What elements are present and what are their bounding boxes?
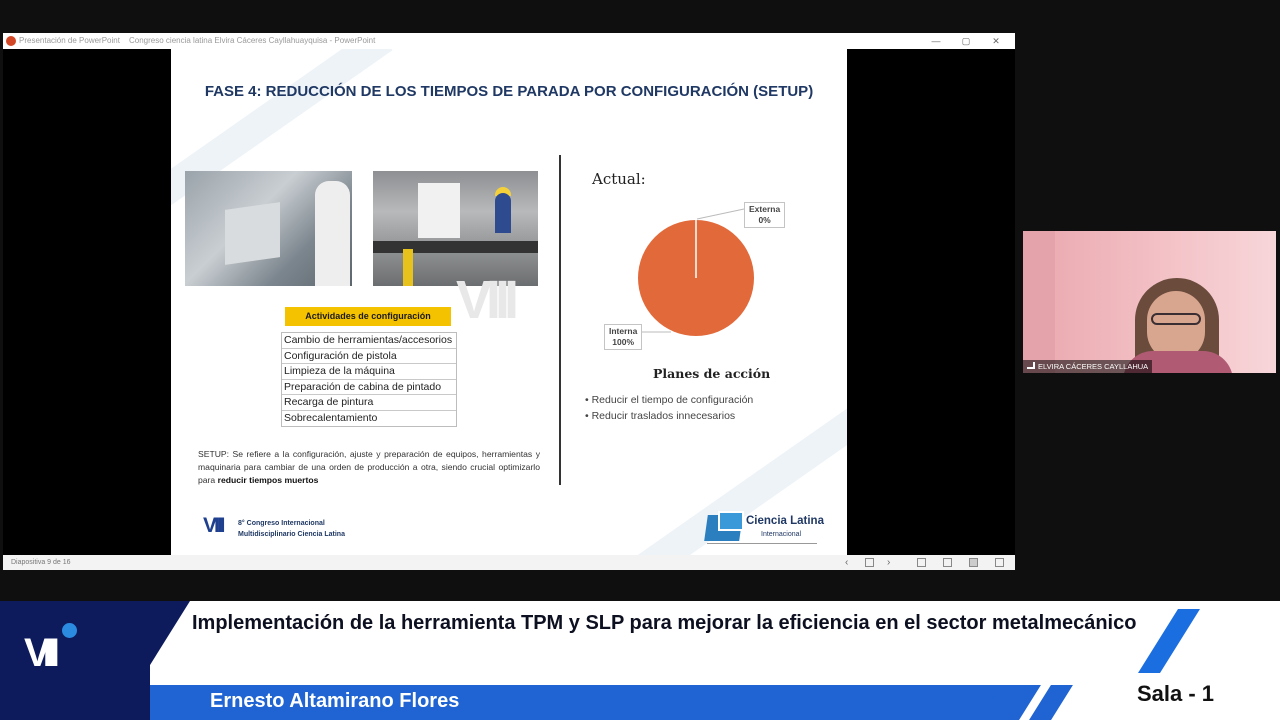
participant-name: ELVIRA CÁCERES CAYLLAHUA <box>1038 362 1149 371</box>
participant-video[interactable]: ELVIRA CÁCERES CAYLLAHUA <box>1023 231 1276 373</box>
talk-title: Implementación de la herramienta TPM y S… <box>192 612 1137 634</box>
actual-label: Actual: <box>592 170 646 188</box>
activities-table: Cambio de herramientas/accesorios Config… <box>281 332 457 427</box>
reading-view-icon[interactable] <box>969 558 978 567</box>
congress-banner-logo: VIII <box>24 631 60 675</box>
logo-dot-icon <box>62 623 77 638</box>
next-slide-button[interactable]: › <box>887 555 890 570</box>
lower-third-banner: VIII Implementación de la herramienta TP… <box>0 601 1280 720</box>
activity-row: Configuración de pistola <box>282 349 456 364</box>
congress-name: 8° Congreso Internacional Multidisciplin… <box>238 518 345 540</box>
powerpoint-window: Presentación de PowerPoint Congreso cien… <box>3 33 1015 570</box>
ciencia-latina-sub: Internacional <box>761 531 802 538</box>
slide-sorter-icon[interactable] <box>865 558 874 567</box>
setup-definition: SETUP: Se refiere a la configuración, aj… <box>198 448 540 487</box>
slide-counter: Diapositiva 9 de 16 <box>11 559 71 566</box>
normal-view-icon[interactable] <box>917 558 926 567</box>
close-button[interactable]: ✕ <box>985 33 1007 49</box>
ciencia-latina-underline <box>707 543 817 544</box>
pie-label-interna: Interna 100% <box>604 324 643 350</box>
maximize-button[interactable]: ▢ <box>955 33 977 49</box>
ciencia-latina-logo-icon <box>718 511 744 531</box>
room-label: Sala - 1 <box>1137 681 1215 706</box>
window-titlebar: Presentación de PowerPoint Congreso cien… <box>3 33 1015 49</box>
video-background-door <box>1023 231 1055 373</box>
action-plans-title: Planes de acción <box>653 366 771 381</box>
congress-watermark: VIII <box>456 270 519 330</box>
speaker-name: Ernesto Altamirano Flores <box>210 690 460 712</box>
action-plan-item: Reducir traslados innecesarios <box>585 409 753 425</box>
vertical-divider <box>559 155 561 485</box>
setup-definition-emphasis: reducir tiempos muertos <box>217 475 319 485</box>
activity-row: Limpieza de la máquina <box>282 364 456 380</box>
pie-label-interna-name: Interna <box>609 326 638 336</box>
congress-name-line1: 8° Congreso Internacional <box>238 520 325 527</box>
powerpoint-app-icon <box>6 36 16 46</box>
slide-canvas: FASE 4: REDUCCIÓN DE LOS TIEMPOS DE PARA… <box>171 49 847 555</box>
setup-pie-chart <box>638 220 754 336</box>
ciencia-latina-name: Ciencia Latina <box>746 515 824 527</box>
activity-row: Sobrecalentamiento <box>284 411 378 424</box>
screen: Presentación de PowerPoint Congreso cien… <box>0 0 1280 720</box>
activity-row: Recarga de pintura <box>282 395 456 411</box>
pie-label-externa-value: 0% <box>758 215 771 225</box>
activity-row: Cambio de herramientas/accesorios <box>282 333 456 349</box>
window-app-title: Presentación de PowerPoint <box>19 36 120 45</box>
pie-label-externa: Externa 0% <box>744 202 786 228</box>
status-bar: Diapositiva 9 de 16 ‹ › <box>3 555 1015 570</box>
participant-name-tag: ELVIRA CÁCERES CAYLLAHUA <box>1023 360 1153 373</box>
signal-strength-icon <box>1027 362 1035 369</box>
sorter-view-icon[interactable] <box>943 558 952 567</box>
slideshow-view-icon[interactable] <box>995 558 1004 567</box>
minimize-button[interactable]: — <box>925 33 947 49</box>
action-plans-list: Reducir el tiempo de configuración Reduc… <box>585 393 754 425</box>
pie-label-externa-name: Externa <box>749 204 781 214</box>
participant-glasses <box>1151 313 1201 325</box>
paint-booth-photo <box>185 171 352 286</box>
activity-row: Preparación de cabina de pintado <box>282 380 456 395</box>
congress-name-line2: Multidisciplinario Ciencia Latina <box>238 531 345 538</box>
logo-block <box>0 601 150 720</box>
action-plan-item: Reducir el tiempo de configuración <box>585 393 754 409</box>
pie-label-interna-value: 100% <box>612 337 635 347</box>
previous-slide-button[interactable]: ‹ <box>845 555 848 570</box>
slide-title: FASE 4: REDUCCIÓN DE LOS TIEMPOS DE PARA… <box>204 83 814 100</box>
slide-viewport: FASE 4: REDUCCIÓN DE LOS TIEMPOS DE PARA… <box>3 49 1015 555</box>
activities-header: Actividades de configuración <box>285 307 451 326</box>
congress-logo: VIII <box>203 514 225 537</box>
window-document-title: Congreso ciencia latina Elvira Cáceres C… <box>129 36 376 45</box>
